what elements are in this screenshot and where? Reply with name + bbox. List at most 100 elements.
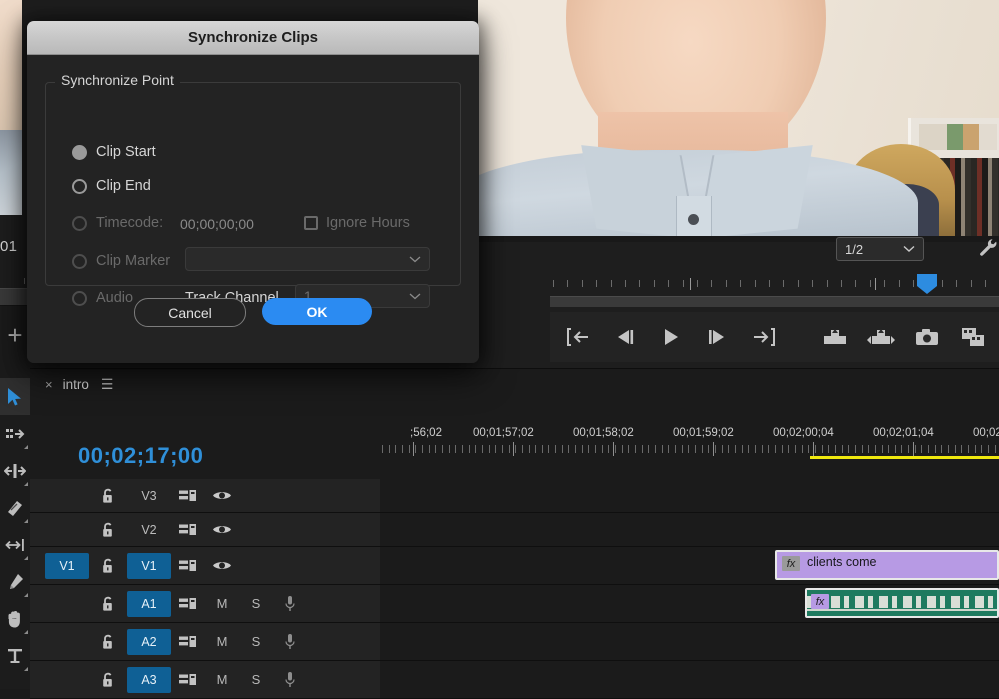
- toggle-track-lock-v3[interactable]: [89, 488, 127, 504]
- voice-over-record-a2[interactable]: [273, 633, 307, 651]
- ruler-label: 00;01;57;02: [473, 427, 534, 439]
- step-forward-button[interactable]: [694, 317, 740, 357]
- toggle-track-output-v3[interactable]: [205, 489, 239, 502]
- play-stop-button[interactable]: [648, 317, 694, 357]
- step-forward-icon: [709, 330, 724, 344]
- radio-icon: [72, 178, 87, 194]
- sync-lock-a1[interactable]: [171, 597, 205, 611]
- dialog-title-bar[interactable]: Synchronize Clips: [27, 21, 479, 55]
- solo-track-a1[interactable]: S: [239, 596, 273, 611]
- sync-lock-v2[interactable]: [171, 523, 205, 537]
- razor-tool[interactable]: [0, 489, 30, 526]
- track-name-v3[interactable]: V3: [127, 483, 171, 509]
- cancel-button[interactable]: Cancel: [134, 298, 246, 327]
- sync-lock-v1[interactable]: [171, 559, 205, 573]
- program-time-ruler[interactable]: [550, 274, 999, 296]
- mark-in-button[interactable]: [556, 317, 602, 357]
- type-tool[interactable]: [0, 637, 30, 674]
- step-back-button[interactable]: [602, 317, 648, 357]
- mark-in-icon: [567, 328, 588, 346]
- timeline-track-a3: A3 M S: [30, 661, 999, 699]
- lock-icon: [103, 596, 112, 611]
- panel-menu-icon[interactable]: ☰: [101, 377, 114, 391]
- track-name-v1[interactable]: V1: [127, 552, 171, 579]
- source-track-indicator-v2[interactable]: [45, 517, 89, 543]
- playhead-timecode[interactable]: 00;02;17;00: [78, 443, 203, 469]
- mark-out-button[interactable]: [740, 317, 786, 357]
- tools-panel: [0, 378, 31, 689]
- lift-icon: [824, 329, 846, 344]
- playback-resolution-dropdown[interactable]: 1/2: [836, 237, 924, 261]
- program-scroll-bar[interactable]: [550, 296, 999, 307]
- toggle-track-output-v1[interactable]: [205, 559, 239, 572]
- export-frame-button[interactable]: [904, 317, 950, 357]
- radio-clip-marker[interactable]: Clip Marker: [72, 253, 170, 269]
- toggle-track-lock-v2[interactable]: [89, 522, 127, 538]
- close-icon[interactable]: ×: [45, 377, 53, 392]
- sync-lock-v3[interactable]: [171, 489, 205, 503]
- track-name-v2[interactable]: V2: [127, 517, 171, 543]
- ripple-edit-tool[interactable]: [0, 452, 30, 489]
- track-lane-a1[interactable]: fx: [380, 585, 999, 622]
- timeline-time-ruler[interactable]: ;56;02 00;01;57;02 00;01;58;02 00;01;59;02 0…: [380, 399, 999, 479]
- timeline-clip[interactable]: fx clients come: [775, 550, 999, 580]
- solo-track-a2[interactable]: S: [239, 634, 273, 649]
- work-area-bar[interactable]: [810, 456, 999, 459]
- lift-button[interactable]: [812, 317, 858, 357]
- track-header-v1: V1 V1: [30, 547, 381, 584]
- timeline-clip[interactable]: fx: [805, 588, 999, 618]
- source-track-indicator-v3[interactable]: [45, 483, 89, 509]
- checkbox-icon: [304, 216, 318, 230]
- track-lane-v3[interactable]: [380, 479, 999, 512]
- eye-icon: [213, 492, 231, 499]
- track-lane-v2[interactable]: [380, 513, 999, 546]
- track-name-a1[interactable]: A1: [127, 590, 171, 617]
- mute-track-a2[interactable]: M: [205, 634, 239, 649]
- sequence-tab-label[interactable]: intro: [63, 377, 89, 392]
- radio-icon: [72, 253, 87, 269]
- comparison-view-button[interactable]: [950, 317, 996, 357]
- extract-button[interactable]: [858, 317, 904, 357]
- source-track-indicator-v1[interactable]: V1: [45, 552, 89, 579]
- pen-tool[interactable]: [0, 563, 30, 600]
- track-name-a2[interactable]: A2: [127, 628, 171, 655]
- toggle-track-lock-v1[interactable]: [89, 558, 127, 574]
- toggle-track-lock-a3[interactable]: [89, 672, 127, 688]
- ok-button[interactable]: OK: [262, 298, 372, 325]
- ruler-label: 00;02;00;04: [773, 427, 834, 439]
- radio-clip-start[interactable]: Clip Start: [72, 144, 156, 160]
- program-transport-controls: [550, 312, 999, 362]
- hand-icon: [8, 610, 20, 628]
- clip-marker-dropdown[interactable]: [185, 247, 430, 271]
- voice-over-record-a1[interactable]: [273, 595, 307, 613]
- track-lane-a2[interactable]: [380, 623, 999, 660]
- settings-wrench-button[interactable]: [977, 236, 999, 262]
- radio-timecode[interactable]: Timecode:: [72, 215, 163, 231]
- voice-over-record-a3[interactable]: [273, 671, 307, 689]
- toggle-track-lock-a1[interactable]: [89, 596, 127, 612]
- selection-tool[interactable]: [0, 378, 30, 415]
- toggle-track-output-v2[interactable]: [205, 523, 239, 536]
- track-select-tool[interactable]: [0, 415, 30, 452]
- toggle-track-lock-a2[interactable]: [89, 634, 127, 650]
- source-track-indicator-a1[interactable]: [45, 591, 89, 617]
- source-track-indicator-a2[interactable]: [45, 629, 89, 655]
- radio-clip-end[interactable]: Clip End: [72, 178, 151, 194]
- mute-track-a1[interactable]: M: [205, 596, 239, 611]
- solo-track-a3[interactable]: S: [239, 672, 273, 687]
- hand-tool[interactable]: [0, 600, 30, 637]
- sync-lock-icon: [179, 673, 196, 685]
- track-lane-v1[interactable]: fx clients come: [380, 547, 999, 584]
- sync-lock-a2[interactable]: [171, 635, 205, 649]
- track-lane-a3[interactable]: [380, 661, 999, 698]
- sync-lock-icon: [179, 597, 196, 609]
- fx-badge-icon: fx: [811, 594, 829, 609]
- ignore-hours-checkbox[interactable]: Ignore Hours: [304, 215, 410, 231]
- sync-lock-a3[interactable]: [171, 673, 205, 687]
- timecode-field[interactable]: 00;00;00;00: [180, 216, 254, 232]
- ruler-label: ;56;02: [410, 427, 442, 439]
- slip-tool[interactable]: [0, 526, 30, 563]
- mute-track-a3[interactable]: M: [205, 672, 239, 687]
- synchronize-point-label: Synchronize Point: [55, 72, 180, 88]
- program-playhead[interactable]: [917, 274, 937, 294]
